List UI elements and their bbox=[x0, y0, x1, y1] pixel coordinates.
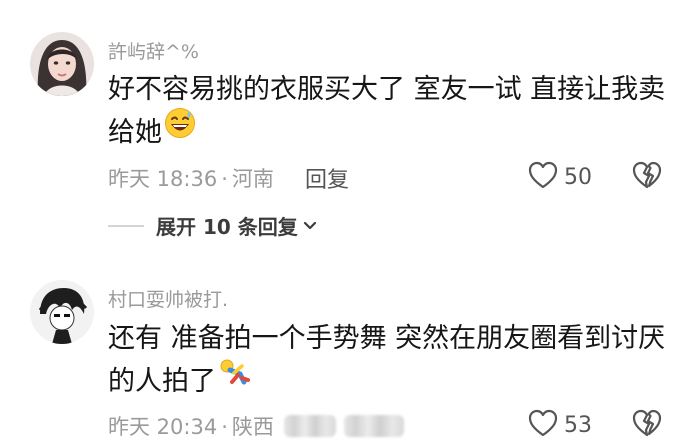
blurred-chip bbox=[284, 415, 336, 437]
comment-username[interactable]: 許屿辞^% bbox=[108, 37, 199, 64]
comment-username[interactable]: 村口耍帅被打. bbox=[108, 285, 228, 312]
comment-time: 昨天 18:36 bbox=[108, 167, 218, 191]
comment-location: 陕西 bbox=[231, 415, 274, 439]
meta-separator: · bbox=[221, 415, 228, 439]
comment-time: 昨天 20:34 bbox=[108, 415, 218, 439]
meta-separator: · bbox=[221, 167, 228, 191]
blurred-chip bbox=[344, 415, 404, 437]
broken-heart-icon bbox=[632, 161, 662, 193]
falling-person-emoji-icon bbox=[218, 356, 250, 401]
expand-replies-label: 展开 10 条回复 bbox=[156, 215, 298, 239]
like-count: 50 bbox=[564, 164, 592, 190]
heart-icon bbox=[528, 409, 558, 441]
chevron-down-icon bbox=[303, 221, 317, 231]
reply-button[interactable]: 回复 bbox=[305, 162, 349, 194]
avatar[interactable] bbox=[30, 32, 94, 96]
expand-divider-line bbox=[108, 224, 144, 227]
dislike-button[interactable] bbox=[632, 409, 662, 441]
dislike-button[interactable] bbox=[632, 161, 662, 193]
avatar[interactable] bbox=[30, 280, 94, 344]
like-button[interactable]: 50 bbox=[528, 161, 592, 193]
like-button[interactable]: 53 bbox=[528, 409, 592, 441]
comment-meta: 昨天 18:36 · 河南 bbox=[108, 163, 274, 193]
expand-replies-button[interactable]: 展开 10 条回复 bbox=[108, 211, 317, 240]
comment-location: 河南 bbox=[231, 167, 274, 191]
grinning-sweat-emoji-icon bbox=[164, 107, 196, 152]
comment-text: 还有 准备拍一个手势舞 突然在朋友圈看到讨厌的人拍了 bbox=[108, 317, 668, 405]
broken-heart-icon bbox=[632, 409, 662, 441]
comment-text: 好不容易挑的衣服买大了 室友一试 直接让我卖给她 bbox=[108, 68, 668, 156]
comment-text-content: 还有 准备拍一个手势舞 突然在朋友圈看到讨厌的人拍了 bbox=[108, 323, 666, 397]
like-count: 53 bbox=[564, 412, 592, 438]
comment-meta: 昨天 20:34 · 陕西 bbox=[108, 411, 274, 441]
heart-icon bbox=[528, 161, 558, 193]
